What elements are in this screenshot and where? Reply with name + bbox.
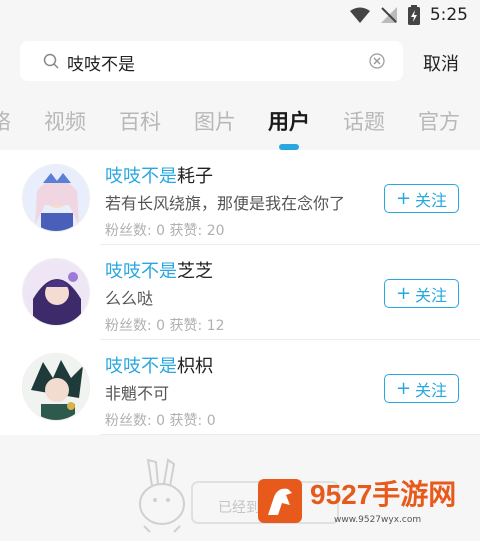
user-stats: 粉丝数: 0 获赞: 0 (105, 413, 216, 429)
category-tabs: 络 视频 百科 图片 用户 话题 官方 (0, 100, 480, 150)
user-name: 吱吱不是芝芝 (105, 261, 213, 282)
status-time: 5:25 (429, 5, 468, 25)
tab-wiki[interactable]: 百科 (119, 106, 161, 136)
watermark-logo (258, 479, 302, 523)
tab-topics[interactable]: 话题 (343, 106, 385, 136)
user-signature: 若有长风绕旗，那便是我在念你了 (105, 194, 346, 213)
search-query: 吱吱不是 (67, 55, 135, 75)
avatar[interactable] (22, 258, 90, 326)
plus-icon: + (395, 187, 412, 209)
watermark-title: 9527手游网 (310, 479, 457, 510)
follow-button[interactable]: + 关注 (384, 184, 459, 213)
battery-icon (407, 5, 420, 25)
clear-icon[interactable] (369, 53, 385, 69)
search-input[interactable]: 吱吱不是 (20, 41, 403, 81)
plus-icon: + (395, 282, 412, 304)
tab-official[interactable]: 官方 (418, 106, 460, 136)
tab-images[interactable]: 图片 (194, 106, 236, 136)
watermark-url: www.9527wyx.com (334, 515, 422, 525)
rabbit-mascot-icon (139, 458, 185, 533)
follow-button[interactable]: + 关注 (384, 279, 459, 308)
search-bar: 吱吱不是 取消 (0, 41, 480, 83)
search-icon (43, 53, 59, 69)
avatar[interactable] (22, 164, 90, 232)
follow-button[interactable]: + 关注 (384, 374, 459, 403)
tab-users[interactable]: 用户 (268, 106, 310, 136)
no-signal-icon (380, 7, 397, 23)
tab-video[interactable]: 视频 (44, 106, 86, 136)
plus-icon: + (395, 377, 412, 399)
user-signature: 么么哒 (105, 289, 154, 308)
wifi-icon (349, 7, 370, 23)
avatar[interactable] (22, 353, 90, 421)
watermark: 9527手游网 www.9527wyx.com (258, 467, 480, 531)
divider (100, 434, 480, 435)
list-item[interactable]: 吱吱不是耗子 若有长风绕旗，那便是我在念你了 粉丝数: 0 获赞: 20 + 关注 (0, 150, 480, 245)
user-stats: 粉丝数: 0 获赞: 20 (105, 223, 225, 239)
user-list: 吱吱不是耗子 若有长风绕旗，那便是我在念你了 粉丝数: 0 获赞: 20 + 关注… (0, 150, 480, 435)
user-stats: 粉丝数: 0 获赞: 12 (105, 318, 225, 334)
list-item[interactable]: 吱吱不是枳枳 非魈不可 粉丝数: 0 获赞: 0 + 关注 (0, 340, 480, 435)
list-item[interactable]: 吱吱不是芝芝 么么哒 粉丝数: 0 获赞: 12 + 关注 (0, 245, 480, 340)
user-signature: 非魈不可 (105, 384, 170, 403)
user-name: 吱吱不是枳枳 (105, 356, 213, 377)
tab-partial[interactable]: 络 (0, 106, 11, 136)
user-name: 吱吱不是耗子 (105, 166, 213, 187)
status-bar: 5:25 (0, 0, 480, 34)
cancel-button[interactable]: 取消 (423, 50, 459, 76)
